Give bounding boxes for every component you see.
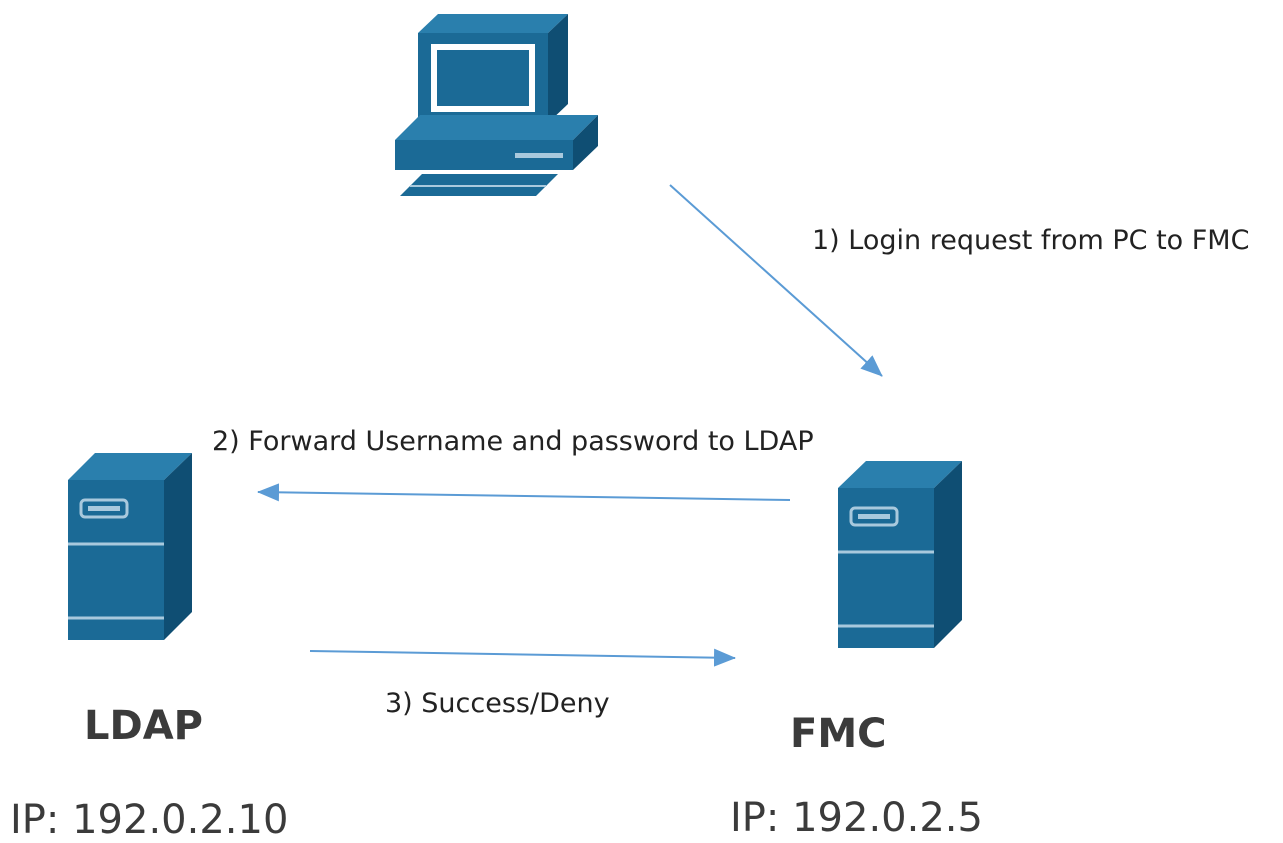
- arrow-step-2: [257, 483, 791, 502]
- fmc-ip-label: IP: 192.0.2.5: [730, 795, 983, 841]
- step-2-label: 2) Forward Username and password to LDAP: [212, 426, 814, 457]
- ldap-server-icon: [68, 453, 192, 640]
- step-3-label: 3) Success/Deny: [385, 688, 610, 719]
- ldap-ip-label: IP: 192.0.2.10: [10, 797, 289, 843]
- fmc-server-icon: [838, 461, 962, 648]
- arrow-step-1: [669, 184, 883, 377]
- desktop-computer-icon: [395, 14, 598, 196]
- arrow-step-3: [309, 648, 736, 667]
- ldap-node-label: LDAP: [84, 703, 203, 749]
- step-1-label: 1) Login request from PC to FMC: [812, 225, 1250, 256]
- fmc-node-label: FMC: [790, 711, 887, 757]
